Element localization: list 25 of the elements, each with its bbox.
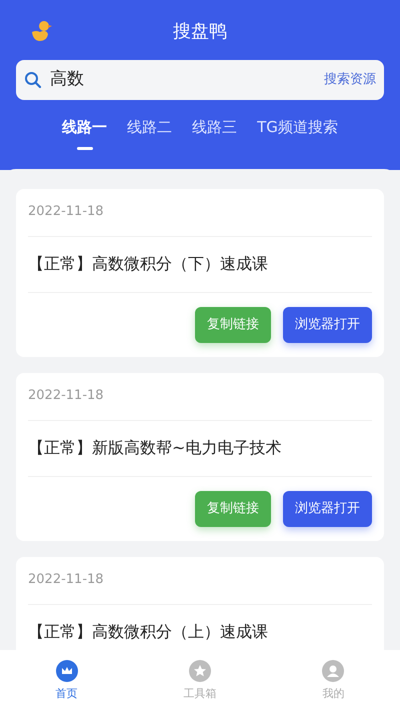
route-tab[interactable]: 线路三 [192,116,238,150]
app-title: 搜盘鸭 [173,20,227,44]
result-title: 【正常】新版高数帮~电力电子技术 [28,437,282,459]
result-title: 【正常】高数微积分（上）速成课 [28,621,268,643]
result-title: 【正常】高数微积分（下）速成课 [28,253,268,275]
nav-tab[interactable]: 首页 [0,650,134,712]
copy-link-button[interactable]: 复制链接 [195,306,271,342]
result-date: 2022-11-18 [28,571,104,590]
route-tab[interactable]: TG频道搜索 [257,116,338,150]
user-icon [322,660,344,682]
route-tab[interactable]: 线路二 [127,116,172,150]
search-icon [24,71,42,89]
open-in-browser-button[interactable]: 浏览器打开 [283,490,372,526]
crown-icon [56,660,78,682]
result-date: 2022-11-18 [28,203,104,222]
duck-icon [30,20,52,44]
copy-link-button[interactable]: 复制链接 [195,490,271,526]
open-in-browser-button[interactable]: 浏览器打开 [283,306,372,342]
search-resources-button[interactable]: 搜索资源 [324,70,376,90]
route-tab[interactable]: 线路一 [62,116,108,150]
search-field[interactable]: 高数 搜索资源 [16,60,384,100]
result-date: 2022-11-18 [28,387,104,406]
search-value: 高数 [50,68,84,92]
nav-tab[interactable]: 我的 [266,650,400,712]
nav-tab[interactable]: 工具箱 [133,650,267,712]
